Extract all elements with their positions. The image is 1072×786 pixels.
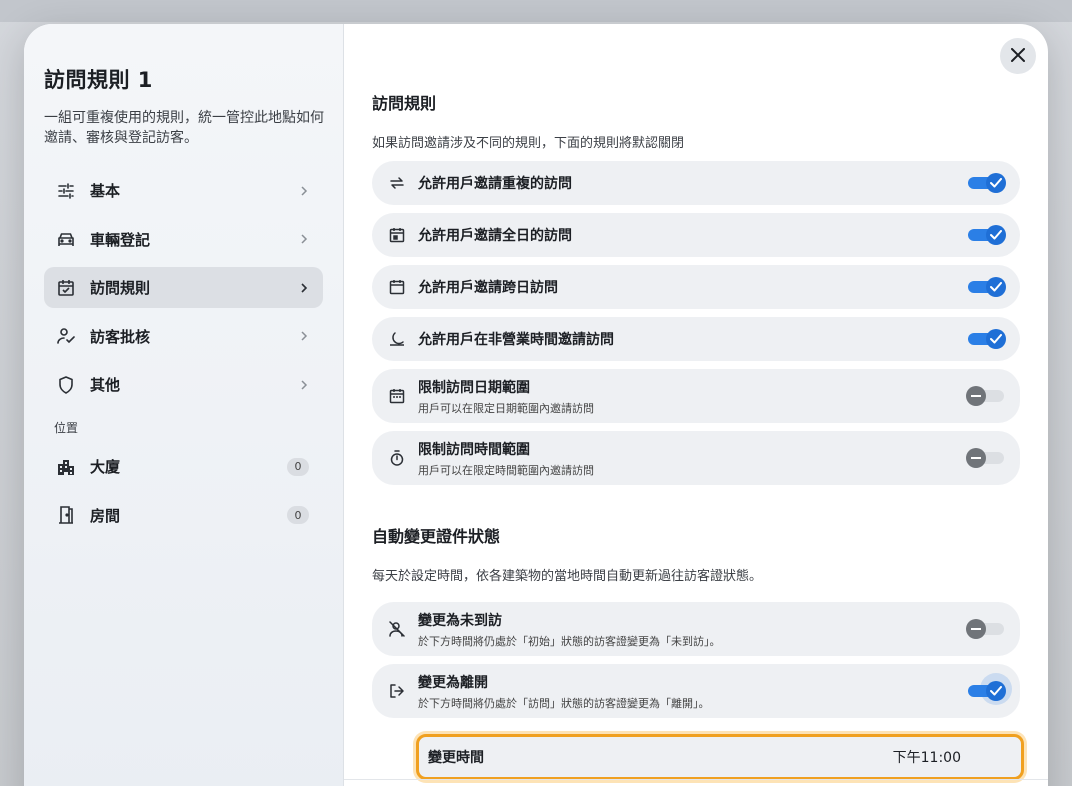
rule-title: 允許用戶在非營業時間邀請訪問 (418, 332, 614, 348)
auto-status-heading: 自動變更證件狀態 (372, 527, 501, 546)
door-icon (56, 505, 76, 525)
rule-row: 允許用戶在非營業時間邀請訪問 (372, 317, 1020, 361)
rules-hint: 如果訪問邀請涉及不同的規則，下面的規則將默認關閉 (372, 136, 685, 151)
close-button[interactable] (1000, 38, 1036, 74)
rules-heading: 訪問規則 (372, 94, 437, 113)
rule-settings-dialog: 訪問規則 1 一組可重複使用的規則，統一管控此地點如何邀請、審核與登記訪客。 基… (24, 24, 1048, 786)
shield-icon (56, 375, 76, 395)
sidebar-description: 一組可重複使用的規則，統一管控此地點如何邀請、審核與登記訪客。 (44, 110, 324, 146)
check-icon (986, 329, 1006, 349)
calendar-day-icon (388, 226, 406, 244)
user-off-icon (388, 620, 406, 638)
chevron-right-icon (299, 185, 309, 196)
change-time-value: 下午11:00 (892, 750, 961, 766)
rule-row: 變更為未到訪 於下方時間將仍處於「初始」狀態的訪客證變更為「未到訪」。 (372, 602, 1020, 656)
sidebar-item-vehicle[interactable]: 車輛登記 (44, 219, 323, 260)
rule-row: 允許用戶邀請全日的訪問 (372, 213, 1020, 257)
chevron-right-icon (299, 331, 309, 341)
rule-row: 限制訪問時間範圍 用戶可以在限定時間範圍內邀請訪問 (372, 431, 1020, 485)
sliders-icon (56, 181, 76, 201)
rule-row: 限制訪問日期範圍 用戶可以在限定日期範圍內邀請訪問 (372, 369, 1020, 423)
minus-icon (966, 619, 986, 639)
rule-subtitle: 用戶可以在限定日期範圍內邀請訪問 (418, 401, 594, 415)
moon-icon (388, 330, 406, 348)
rule-subtitle: 於下方時間將仍處於「初始」狀態的訪客證變更為「未到訪」。 (418, 634, 721, 648)
rule-row: 允許用戶邀請跨日訪問 (372, 265, 1020, 309)
minus-icon (966, 386, 986, 406)
main-panel: 訪問規則 如果訪問邀請涉及不同的規則，下面的規則將默認關閉 允許用戶邀請重複的訪… (344, 24, 1048, 786)
rule-title: 變更為未到訪 (418, 612, 502, 629)
rule-title: 限制訪問時間範圍 (418, 441, 530, 458)
count-badge: 0 (287, 506, 309, 524)
close-icon (1011, 47, 1025, 66)
sidebar-item-label: 基本 (90, 182, 121, 200)
location-section-label: 位置 (54, 421, 79, 435)
calendar-icon (388, 278, 406, 296)
check-icon (986, 277, 1006, 297)
rule-title: 允許用戶邀請全日的訪問 (418, 228, 572, 244)
rule-toggle[interactable] (968, 327, 1006, 351)
footer-divider (344, 779, 1048, 780)
rule-toggle[interactable] (966, 446, 1006, 470)
check-icon (986, 173, 1006, 193)
sidebar: 訪問規則 1 一組可重複使用的規則，統一管控此地點如何邀請、審核與登記訪客。 基… (24, 24, 344, 786)
sidebar-item-label: 其他 (90, 376, 121, 394)
rule-toggle[interactable] (966, 384, 1006, 408)
calendar-check-icon (56, 278, 76, 298)
chevron-right-icon (299, 234, 309, 244)
sidebar-item-room[interactable]: 房間 0 (44, 495, 323, 536)
sidebar-item-visit-rules[interactable]: 訪問規則 (44, 267, 323, 308)
repeat-icon (388, 174, 406, 192)
chevron-right-icon (299, 282, 309, 293)
check-icon (986, 225, 1006, 245)
rule-toggle[interactable] (968, 171, 1006, 195)
sidebar-item-label: 訪問規則 (90, 279, 151, 297)
change-time-label: 變更時間 (428, 750, 484, 766)
sidebar-item-building[interactable]: 大廈 0 (44, 446, 323, 487)
auto-status-hint: 每天於設定時間，依各建築物的當地時間自動更新過往訪客證狀態。 (372, 569, 763, 584)
sidebar-item-other[interactable]: 其他 (44, 364, 323, 405)
sidebar-item-visitor-approval[interactable]: 訪客批核 (44, 316, 323, 357)
minus-icon (966, 448, 986, 468)
rule-title: 允許用戶邀請重複的訪問 (418, 176, 572, 192)
rule-subtitle: 用戶可以在限定時間範圍內邀請訪問 (418, 463, 594, 477)
rule-toggle[interactable] (968, 275, 1006, 299)
rule-title: 變更為離開 (418, 674, 488, 691)
building-icon (56, 457, 76, 477)
sidebar-item-basic[interactable]: 基本 (44, 170, 323, 211)
car-icon (56, 229, 76, 249)
calendar-range-icon (388, 387, 406, 405)
sidebar-item-label: 車輛登記 (90, 230, 151, 249)
chevron-right-icon (299, 379, 309, 390)
sidebar-item-label: 大廈 (90, 458, 121, 476)
rule-title: 允許用戶邀請跨日訪問 (418, 280, 558, 296)
rule-toggle[interactable] (968, 223, 1006, 247)
rule-toggle[interactable] (968, 673, 1012, 705)
rule-subtitle: 於下方時間將仍處於「訪問」狀態的訪客證變更為「離開」。 (418, 696, 710, 710)
logout-icon (388, 682, 406, 700)
timer-icon (388, 449, 406, 467)
rule-row: 允許用戶邀請重複的訪問 (372, 161, 1020, 205)
rule-title: 限制訪問日期範圍 (418, 379, 530, 396)
user-check-icon (56, 326, 76, 346)
change-time-field[interactable]: 變更時間 下午11:00 (416, 734, 1024, 780)
background-header (0, 0, 1072, 22)
sidebar-item-label: 訪客批核 (90, 327, 151, 346)
rule-toggle[interactable] (966, 617, 1006, 641)
rule-row: 變更為離開 於下方時間將仍處於「訪問」狀態的訪客證變更為「離開」。 (372, 664, 1020, 718)
sidebar-title: 訪問規則 1 (44, 68, 153, 92)
check-icon (986, 681, 1006, 701)
count-badge: 0 (287, 457, 309, 476)
sidebar-item-label: 房間 (90, 506, 121, 525)
